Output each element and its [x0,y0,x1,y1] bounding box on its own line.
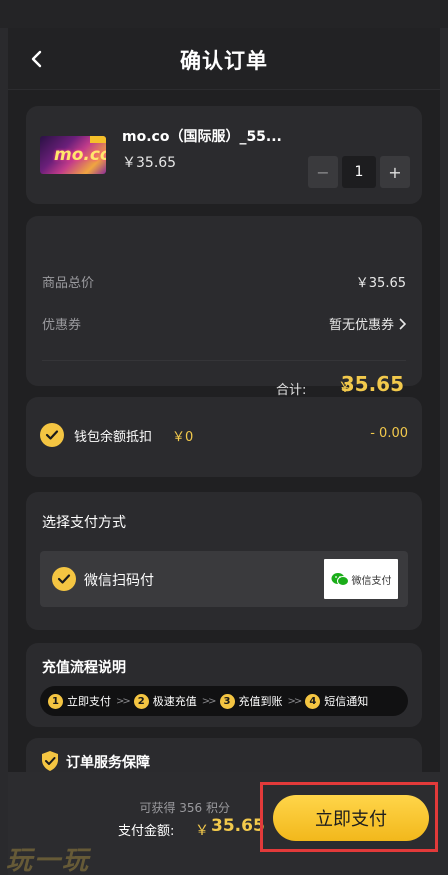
process-step: 3 充值到账 [219,693,283,709]
payment-method-label: 微信扫码付 [84,573,154,589]
payment-title: 选择支付方式 [42,515,126,531]
decrease-button[interactable]: − [308,156,338,188]
page-header: 确认订单 [8,28,440,90]
divider [42,360,406,361]
points-text: 可获得 356 积分 [139,801,230,815]
step-arrow: >> [116,695,131,707]
shield-icon [42,751,58,771]
wechat-icon [331,572,349,586]
product-name: mo.co（国际服）_55... [122,129,282,145]
process-step: 4 短信通知 [305,693,368,709]
wallet-card[interactable]: 钱包余额抵扣 ￥0 - 0.00 [26,397,422,477]
step-label: 短信通知 [324,695,369,708]
coupon-label: 优惠券 [42,318,82,333]
guarantee-title: 订单服务保障 [66,755,150,771]
wechat-pay-text: 微信支付 [351,575,392,587]
wallet-amount: ￥0 [172,430,194,445]
step-number: 3 [219,693,235,709]
coupon-value: 暂无优惠券 [328,318,394,333]
wallet-deduct: - 0.00 [370,426,408,441]
wallet-label: 钱包余额抵扣 [74,430,153,445]
payment-check-icon[interactable] [52,567,76,591]
price-summary-card: 商品总价 ￥35.65 优惠券 暂无优惠券 合计: ￥ 35.65 [26,216,422,398]
process-title: 充值流程说明 [42,660,126,676]
sum-label: 合计: [276,383,307,398]
thumbnail-tag [90,136,106,143]
wechat-pay-badge: 微信支付 [324,559,398,599]
watermark: 玩一玩 [6,846,91,875]
wallet-check-icon[interactable] [40,423,64,447]
product-card: mo.co mo.co（国际服）_55... ￥35.65 − 1 + [26,106,422,204]
coupon-selector[interactable]: 暂无优惠券 [329,314,406,333]
subtotal-value: ￥35.65 [355,276,406,291]
quantity-stepper: − 1 + [308,156,410,188]
product-price: ￥35.65 [122,155,177,171]
pay-amount: 35.65 [211,816,265,836]
step-arrow: >> [201,695,217,707]
page-title: 确认订单 [180,49,268,73]
subtotal-label: 商品总价 [42,276,95,291]
chevron-right-icon [399,317,406,330]
process-step: 1 立即支付 [48,693,111,709]
step-number: 1 [48,693,63,709]
payment-method-card: 选择支付方式 微信扫码付 微信支付 [26,492,422,630]
sum-value: 35.65 [340,372,404,396]
pay-amount-label: 支付金额: [118,824,175,839]
recharge-process-card: 充值流程说明 1 立即支付 >> 2 极速充值 >> 3 充值到账 >> 4 短… [26,643,422,727]
coupon-row[interactable]: 优惠券 暂无优惠券 [42,314,406,333]
step-arrow: >> [287,695,303,707]
pay-now-button[interactable]: 立即支付 [273,795,429,841]
quantity-input[interactable]: 1 [342,156,376,188]
step-label: 充值到账 [238,695,283,708]
step-number: 2 [133,693,149,709]
subtotal-row: 商品总价 ￥35.65 [42,272,406,291]
pay-currency: ￥ [195,823,209,839]
payment-option-wechat[interactable]: 微信扫码付 微信支付 [40,551,408,607]
top-strip [0,0,448,28]
step-number: 4 [305,693,321,709]
product-thumbnail: mo.co [40,136,106,174]
increase-button[interactable]: + [380,156,410,188]
step-label: 极速充值 [152,695,197,708]
process-step: 2 极速充值 [133,693,197,709]
process-steps: 1 立即支付 >> 2 极速充值 >> 3 充值到账 >> 4 短信通知 [40,686,408,716]
order-page: 确认订单 mo.co mo.co（国际服）_55... ￥35.65 − 1 +… [8,28,440,875]
product-logo: mo.co [54,145,106,165]
step-label: 立即支付 [67,695,111,708]
